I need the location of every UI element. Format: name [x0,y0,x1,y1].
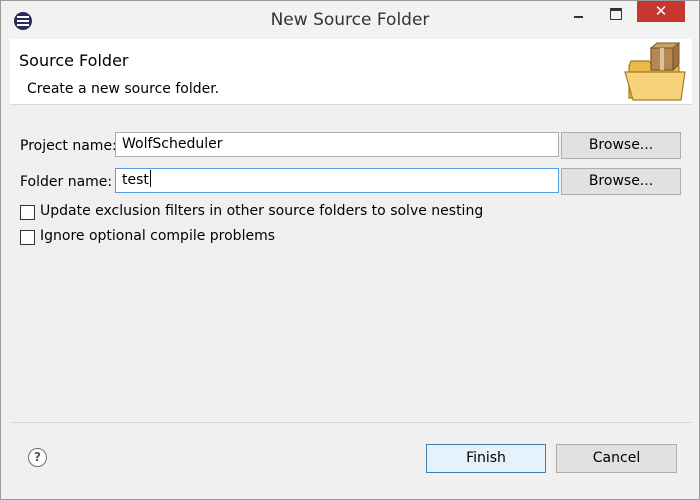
form-area: Project name: WolfScheduler Browse... Fo… [10,116,692,422]
project-name-field[interactable]: WolfScheduler [115,132,559,157]
source-folder-icon [624,42,686,101]
page-title: Source Folder [19,51,129,70]
cancel-button[interactable]: Cancel [556,444,677,473]
text-caret [149,170,151,187]
maximize-icon [610,8,622,20]
close-icon: ✕ [654,2,668,20]
browse-folder-button[interactable]: Browse... [561,168,681,195]
window-title: New Source Folder [270,10,430,30]
folder-name-value: test [122,172,149,188]
close-button[interactable]: ✕ [637,1,685,22]
ignore-optional-label: Ignore optional compile problems [40,228,276,244]
minimize-icon [574,16,583,18]
dialog-window: New Source Folder ✕ Source Folder Create… [0,0,700,500]
update-exclusion-label: Update exclusion filters in other source… [40,203,484,219]
minimize-button[interactable] [564,1,594,23]
finish-button[interactable]: Finish [426,444,546,473]
title-bar[interactable]: New Source Folder ✕ [1,1,699,39]
footer-separator [10,422,692,423]
help-icon[interactable]: ? [28,448,47,467]
wizard-header: Source Folder Create a new source folder… [10,39,692,105]
maximize-button[interactable] [600,1,632,23]
ignore-optional-checkbox[interactable] [20,230,35,245]
update-exclusion-checkbox[interactable] [20,205,35,220]
folder-name-field[interactable]: test [115,168,559,193]
browse-project-button[interactable]: Browse... [561,132,681,159]
project-name-label: Project name: [20,138,117,154]
folder-name-label: Folder name: [20,174,113,190]
page-description: Create a new source folder. [27,81,220,97]
